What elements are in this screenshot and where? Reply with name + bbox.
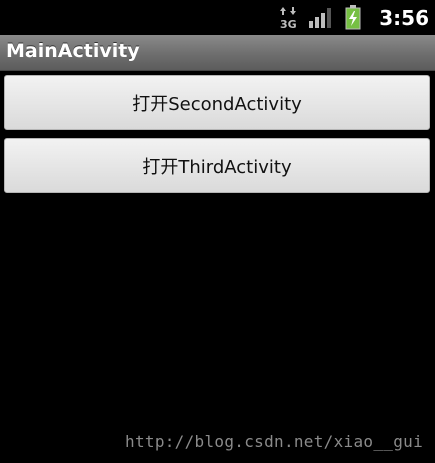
status-bar: 3G 3:56 — [0, 0, 435, 35]
open-second-activity-button[interactable]: 打开SecondActivity — [4, 75, 430, 130]
watermark: http://blog.csdn.net/xiao__gui — [125, 432, 423, 451]
3g-data-icon: 3G — [279, 6, 297, 31]
page-title: MainActivity — [6, 40, 140, 62]
title-bar: MainActivity — [0, 35, 435, 71]
status-clock: 3:56 — [379, 5, 429, 30]
svg-text:3G: 3G — [280, 18, 297, 30]
signal-strength-icon — [309, 7, 333, 29]
battery-charging-icon — [345, 5, 361, 30]
status-icons: 3G 3:56 — [279, 0, 429, 35]
open-third-activity-button[interactable]: 打开ThirdActivity — [4, 138, 430, 193]
